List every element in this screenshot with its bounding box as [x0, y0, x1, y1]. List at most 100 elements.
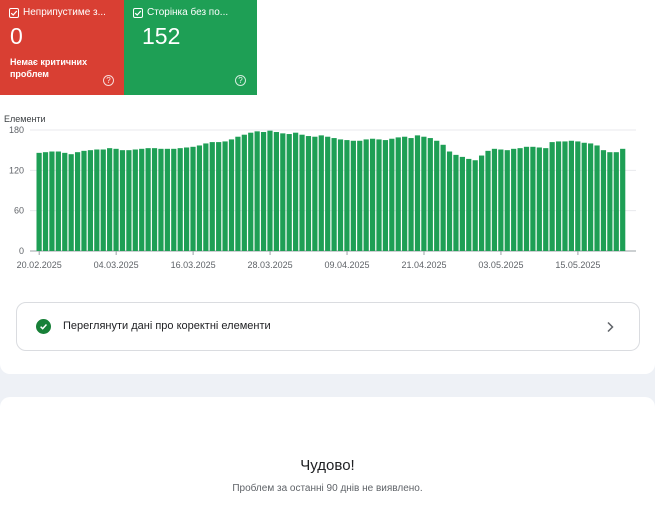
chart-bar[interactable] — [376, 139, 382, 251]
chart-bar[interactable] — [74, 152, 81, 251]
chart-bar[interactable] — [369, 138, 376, 251]
chart-bar[interactable] — [613, 152, 619, 251]
chart-bar[interactable] — [434, 140, 440, 251]
chart-bar[interactable] — [466, 158, 472, 251]
chart-bar[interactable] — [504, 150, 510, 251]
chart-bar[interactable] — [81, 150, 87, 251]
chart-bar[interactable] — [427, 138, 433, 251]
chart-bar[interactable] — [312, 136, 318, 251]
chart-bar[interactable] — [485, 150, 491, 251]
valid-filter-checkbox[interactable] — [133, 7, 143, 18]
chart-bar[interactable] — [94, 149, 100, 251]
chart-bar[interactable] — [337, 139, 344, 251]
chart-bar[interactable] — [222, 141, 228, 251]
chart-bar[interactable] — [145, 148, 151, 251]
chart-bar[interactable] — [363, 139, 369, 251]
chart-bar[interactable] — [248, 132, 254, 251]
chart-bar[interactable] — [158, 148, 164, 251]
chart-bar[interactable] — [36, 152, 42, 251]
chart-bar[interactable] — [594, 145, 600, 251]
chart-bar[interactable] — [68, 154, 74, 251]
chart-bar[interactable] — [517, 148, 523, 251]
chart-bar[interactable] — [549, 142, 555, 251]
view-valid-items-link[interactable]: Переглянути дані про коректні елементи — [16, 302, 640, 351]
chart-bar[interactable] — [177, 148, 183, 251]
chart-bar[interactable] — [325, 136, 331, 251]
chart-bar[interactable] — [164, 148, 170, 251]
chart-bar[interactable] — [568, 140, 574, 251]
chart-bar[interactable] — [267, 130, 273, 251]
chart-bar[interactable] — [581, 142, 587, 251]
chart-bar[interactable] — [395, 137, 401, 251]
chart-bar[interactable] — [55, 151, 61, 251]
error-tile[interactable]: Неприпустиме з... 0 Немає критичних проб… — [0, 0, 124, 95]
chart-bar[interactable] — [555, 141, 562, 251]
chart-bar[interactable] — [209, 142, 215, 251]
chart-bar[interactable] — [107, 148, 113, 251]
chart-bar[interactable] — [350, 140, 356, 251]
chart-bar[interactable] — [126, 150, 132, 251]
chart-bar[interactable] — [113, 148, 119, 251]
chart-bar[interactable] — [414, 135, 421, 251]
chart-bar[interactable] — [139, 148, 145, 251]
chart-bar[interactable] — [299, 134, 305, 251]
chart-bar[interactable] — [280, 133, 286, 251]
chart-bar[interactable] — [562, 141, 568, 251]
chart-bar[interactable] — [453, 154, 459, 251]
chart-bar[interactable] — [543, 148, 549, 251]
chart-bar[interactable] — [575, 141, 581, 251]
chart-bar[interactable] — [479, 155, 485, 251]
chart-bar[interactable] — [421, 136, 427, 251]
chart-bar[interactable] — [119, 150, 126, 251]
chart-bar[interactable] — [49, 151, 55, 251]
chart-bar[interactable] — [42, 152, 49, 251]
chart-bar[interactable] — [254, 131, 260, 251]
chart-bar[interactable] — [536, 147, 542, 251]
chart-bar[interactable] — [472, 160, 478, 251]
chart-bar[interactable] — [87, 150, 94, 251]
chart-bar[interactable] — [273, 132, 279, 251]
chart-bar[interactable] — [62, 152, 68, 251]
chart-bar[interactable] — [190, 146, 196, 251]
help-icon[interactable]: ? — [235, 75, 246, 86]
chart-bar[interactable] — [408, 138, 414, 251]
chart-bar[interactable] — [293, 132, 299, 251]
help-icon[interactable]: ? — [103, 75, 114, 86]
chart-bar[interactable] — [402, 136, 408, 251]
chart-bar[interactable] — [318, 135, 324, 251]
chart-bar[interactable] — [132, 149, 138, 251]
chart-bar[interactable] — [184, 147, 190, 251]
chart-bar[interactable] — [344, 140, 350, 251]
chart-bar[interactable] — [523, 146, 530, 251]
valid-tile[interactable]: Сторінка без по... 152 ? — [124, 0, 257, 95]
chart-bar[interactable] — [620, 148, 626, 251]
chart-bar[interactable] — [100, 149, 106, 251]
chart-bar[interactable] — [305, 136, 312, 251]
chart-bar[interactable] — [171, 148, 177, 251]
chart-bar[interactable] — [511, 148, 517, 251]
chart-bar[interactable] — [241, 134, 247, 251]
chart-bar[interactable] — [588, 143, 594, 251]
error-tile-label: Неприпустиме з... — [23, 7, 106, 18]
chart-bar[interactable] — [286, 134, 292, 251]
chart-bar[interactable] — [446, 151, 453, 251]
chart-bar[interactable] — [498, 149, 504, 251]
chart-bar[interactable] — [203, 143, 209, 251]
chart-bar[interactable] — [607, 152, 613, 251]
chart-bar[interactable] — [530, 146, 536, 251]
chart-bar[interactable] — [331, 138, 337, 251]
chart-bar[interactable] — [216, 142, 222, 251]
chart-bar[interactable] — [600, 150, 607, 251]
chart-bar[interactable] — [459, 156, 465, 251]
chart-bar[interactable] — [382, 140, 389, 251]
chart-bar[interactable] — [260, 132, 267, 251]
error-filter-checkbox[interactable] — [9, 7, 19, 18]
chart-bar[interactable] — [389, 138, 395, 251]
chart-bar[interactable] — [357, 140, 363, 251]
chart-bar[interactable] — [440, 144, 446, 251]
chart-bar[interactable] — [151, 148, 158, 251]
chart-bar[interactable] — [235, 136, 241, 251]
chart-bar[interactable] — [228, 139, 235, 251]
chart-bar[interactable] — [196, 145, 203, 251]
chart-bar[interactable] — [491, 148, 498, 251]
